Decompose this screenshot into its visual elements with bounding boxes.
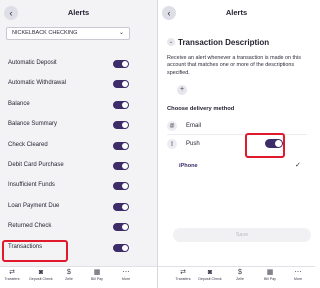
- more-icon: ⋯: [122, 269, 130, 276]
- tab-zelle[interactable]: $ Zelle: [228, 269, 252, 282]
- tab-label: Bill Pay: [91, 277, 103, 281]
- alert-row: Automatic Withdrawal: [0, 74, 157, 94]
- email-icon: @: [167, 121, 177, 131]
- alert-toggle[interactable]: [113, 162, 129, 170]
- tab-bill-pay[interactable]: ▦ Bill Pay: [258, 269, 282, 282]
- alert-row: Debit Card Purchase: [0, 156, 157, 176]
- divider: [167, 134, 307, 135]
- tab-transfers[interactable]: ⇄ Transfers: [171, 269, 195, 282]
- email-option-label[interactable]: Email: [186, 123, 201, 129]
- alert-row-label[interactable]: Debit Card Purchase: [8, 162, 64, 168]
- alert-toggle[interactable]: [113, 243, 129, 252]
- push-toggle-highlight: [245, 133, 285, 158]
- tab-label: Deposit Check: [198, 277, 222, 281]
- alert-row-label[interactable]: Balance Summary: [8, 121, 57, 127]
- alert-row: Check Cleared: [0, 136, 157, 156]
- camera-icon: ◙: [38, 269, 44, 276]
- alert-row: Loan Payment Due: [0, 197, 157, 217]
- alert-row: Returned Check: [0, 217, 157, 237]
- zelle-icon: $: [67, 269, 71, 276]
- header: ‹ Alerts: [158, 0, 315, 26]
- tab-more[interactable]: ⋯ More: [114, 269, 138, 282]
- calendar-icon: ▦: [93, 269, 101, 276]
- push-option-label: Push: [186, 141, 200, 147]
- tab-label: Bill Pay: [264, 277, 276, 281]
- alert-row: Insufficient Funds: [0, 176, 157, 196]
- header: ‹ Alerts: [0, 0, 157, 26]
- alert-row-label[interactable]: Balance: [8, 101, 30, 107]
- alert-toggle[interactable]: [113, 202, 129, 211]
- add-description-button[interactable]: +: [177, 85, 187, 95]
- tab-label: Zelle: [236, 277, 244, 281]
- transfer-icon: ⇄: [180, 269, 186, 276]
- alert-row-label[interactable]: Loan Payment Due: [8, 203, 59, 209]
- transfer-icon: ⇄: [9, 269, 15, 276]
- tab-bar: ⇄ Transfers ◙ Deposit Check $ Zelle ▦ Bill Pay ⋯…: [0, 266, 157, 288]
- alert-toggle[interactable]: [113, 100, 129, 109]
- account-select-value: NICKELBACK CHECKING: [12, 30, 78, 36]
- tab-label: Transfers: [175, 277, 191, 281]
- tab-label: Transfers: [4, 277, 20, 281]
- transactions-highlight: [2, 240, 68, 262]
- alert-row: Automatic Deposit: [0, 54, 157, 74]
- tab-label: Deposit Check: [29, 277, 53, 281]
- alert-row-label[interactable]: Check Cleared: [8, 142, 48, 148]
- alerts-list-screen: ‹ Alerts NICKELBACK CHECKING ⌄ Automatic…: [0, 0, 157, 288]
- alert-toggle[interactable]: [113, 223, 129, 232]
- save-button[interactable]: Save: [173, 228, 311, 242]
- alert-row: Balance Summary: [0, 115, 157, 135]
- section-description: Receive an alert whenever a transaction …: [167, 55, 301, 76]
- zelle-icon: $: [238, 269, 242, 276]
- tab-transfers[interactable]: ⇄ Transfers: [0, 269, 24, 282]
- section-title: Transaction Description: [178, 38, 270, 47]
- chevron-down-icon: ⌄: [118, 30, 124, 36]
- tab-label: More: [121, 277, 131, 281]
- more-icon: ⋯: [294, 269, 302, 276]
- alert-row-label[interactable]: Returned Check: [8, 223, 51, 229]
- device-name[interactable]: iPhone: [179, 163, 198, 169]
- alert-row: Balance: [0, 95, 157, 115]
- tab-zelle[interactable]: $ Zelle: [57, 269, 81, 282]
- calendar-icon: ▦: [266, 269, 274, 276]
- alert-toggle[interactable]: [113, 80, 129, 89]
- tab-label: Zelle: [65, 277, 73, 281]
- delivery-method-heading: Choose delivery method: [167, 106, 235, 112]
- phone-icon: ▯: [167, 139, 177, 149]
- tab-deposit-check[interactable]: ◙ Deposit Check: [198, 269, 222, 282]
- tab-label: More: [293, 277, 303, 281]
- tab-bill-pay[interactable]: ▦ Bill Pay: [85, 269, 109, 282]
- alert-row-label[interactable]: Insufficient Funds: [8, 182, 55, 188]
- tab-bar: ⇄ Transfers ◙ Deposit Check $ Zelle ▦ Bill Pay ⋯…: [158, 266, 315, 288]
- checkmark-icon: ✓: [295, 162, 301, 169]
- alert-row-label[interactable]: Automatic Withdrawal: [8, 80, 66, 86]
- tab-more[interactable]: ⋯ More: [286, 269, 310, 282]
- page-title: Alerts: [225, 8, 248, 17]
- tab-deposit-check[interactable]: ◙ Deposit Check: [29, 269, 53, 282]
- alert-toggle[interactable]: [113, 141, 129, 150]
- plus-icon: +: [179, 86, 185, 93]
- transaction-description-screen: ‹ Alerts ⌄ Transaction Description Recei…: [158, 0, 315, 288]
- collapse-chevron-icon[interactable]: ⌄: [167, 38, 175, 46]
- alert-toggle[interactable]: [113, 182, 129, 191]
- account-select[interactable]: NICKELBACK CHECKING ⌄: [6, 27, 130, 40]
- alert-toggle[interactable]: [113, 121, 129, 130]
- alert-toggle[interactable]: [113, 60, 129, 68]
- alert-row-label[interactable]: Automatic Deposit: [8, 60, 57, 66]
- page-title: Alerts: [67, 8, 90, 17]
- camera-icon: ◙: [207, 269, 213, 276]
